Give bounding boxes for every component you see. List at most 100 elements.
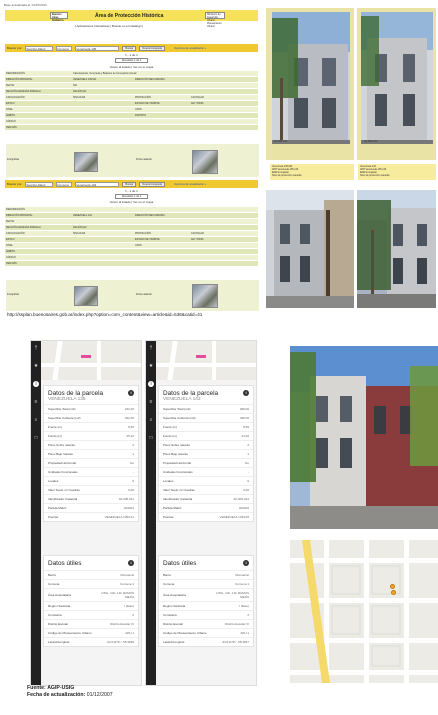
star-icon[interactable]: ★ — [33, 363, 39, 369]
useful-data-card: i Datos útiles Barrio Monserrat Comuna Comuna… — [158, 555, 254, 647]
field-label: Distrito — [135, 114, 147, 117]
parcel-row: Valor Suelo m² Cuadras 0,00 — [159, 485, 253, 494]
comuna-select-2[interactable]: Comuna — [56, 181, 73, 187]
facade-thumbnail-2[interactable] — [74, 286, 98, 306]
info-icon[interactable]: i — [33, 381, 39, 387]
parcel-row-value: 222,00 — [124, 407, 134, 411]
location-marker-icon[interactable] — [390, 584, 395, 589]
address-input-2[interactable]: Venezuela 143 — [75, 181, 120, 187]
nav-links[interactable]: | Aplicaciones Interactivas | Buscar en … — [75, 24, 143, 28]
field-label: Catalogación — [6, 232, 25, 235]
parcel-row-label: Propiedad Horizontal — [48, 461, 77, 465]
pager-2-links[interactable]: Volver al listado | Ver en el mapa — [5, 200, 258, 204]
parcel-row: Pisos Bajo rasante 1 — [159, 449, 253, 458]
parcel-row-label: Partida Matriz — [163, 506, 182, 510]
useful-row: Barrio Monserrat — [44, 570, 138, 579]
comuna-select[interactable]: Comuna — [56, 45, 73, 51]
useful-row-value: I (Este) — [239, 604, 249, 608]
section-select-2[interactable]: Sección-Manz. — [25, 181, 54, 187]
source-footer: Fuente: AGIP-USIG Fecha de actualización… — [27, 685, 113, 699]
location-map[interactable] — [290, 540, 438, 683]
parcel-row-label: Puertas — [48, 515, 59, 519]
useful-row-label: Área Hospitalaria — [48, 593, 72, 597]
section-select[interactable]: Sección-Manz. — [25, 45, 54, 51]
source-label: Fuente: — [27, 685, 46, 691]
address-input[interactable]: Venezuela 135 — [75, 45, 120, 51]
parcel-row: Frente (m) 8,66 — [44, 422, 138, 431]
search-button-2[interactable]: Buscar — [122, 181, 137, 187]
location-marker-icon-2[interactable] — [391, 590, 396, 595]
parcel-map[interactable] — [156, 341, 256, 380]
facade-thumbnail[interactable] — [74, 152, 98, 172]
useful-row-value: HTAL. GR. J.M. RAMOS MEJÍA — [216, 591, 249, 599]
field-label: Denominación — [6, 208, 25, 211]
display-options-link-2[interactable]: Opciones de visualización » — [174, 183, 206, 186]
parcel-row: Partida Matriz 202202 — [159, 503, 253, 512]
useful-row-label: Comisaría — [163, 613, 177, 617]
search-label: Buscar por: — [7, 46, 23, 50]
parcel-marker[interactable] — [81, 355, 91, 358]
parcel-row-value: 208,00 — [239, 407, 249, 411]
parcel-row-label: Valor Suelo m² Cuadras — [48, 488, 80, 492]
new-search-button[interactable]: Nueva búsqueda — [139, 45, 166, 51]
useful-row-value: 2 — [132, 613, 134, 617]
parcel-row-label: Propiedad Horizontal — [163, 461, 192, 465]
info-icon[interactable]: i — [128, 390, 134, 396]
parcel-row-value: 25,32 — [126, 434, 134, 438]
parcel-map[interactable] — [41, 341, 141, 380]
parcel-row-value: 202202 — [238, 506, 249, 510]
useful-row: Código de Planeamiento Urbano APH 1 — [44, 628, 138, 637]
chat-icon[interactable]: □ — [33, 435, 39, 441]
useful-row: Latitud/Longitud -34.61178 / -58.3697 — [159, 637, 253, 646]
useful-row: Código de Planeamiento Urbano APH 1 — [159, 628, 253, 637]
layers-icon[interactable]: ≡ — [148, 399, 154, 405]
street-photo-large-image — [290, 346, 438, 529]
useful-row: Comuna Comuna 1 — [44, 579, 138, 588]
cadastral-thumbnail[interactable] — [192, 150, 218, 174]
info-icon[interactable]: i — [243, 560, 249, 566]
phone-screen-1: † ★ i ≡ ⌕ □ i Datos de la parcela VENEZUELA 135 S… — [30, 340, 142, 686]
layers-icon[interactable]: ≡ — [33, 399, 39, 405]
search-button[interactable]: Buscar — [122, 45, 137, 51]
useful-row-value: Distrito Escolar IV — [225, 622, 249, 626]
field-label: Ámbito — [6, 250, 16, 253]
pager-1-box: Resultado 1 de 1 — [5, 58, 258, 63]
parcel-row-label: Locales — [163, 479, 174, 483]
field-label: Dirección secundaria — [135, 78, 165, 81]
cadastral-thumbnail-2[interactable] — [192, 284, 218, 308]
parcel-row-value: VENEZUELA 143/145 — [219, 515, 249, 519]
photo-frame-1 — [266, 8, 354, 160]
useful-row-value: Monserrat — [235, 573, 249, 577]
info-icon[interactable]: i — [243, 390, 249, 396]
display-options-link[interactable]: Opciones de visualización » — [174, 47, 206, 50]
table-row: Ver más — [5, 125, 258, 131]
pager-1-links[interactable]: Volver al listado | Ver en el mapa — [5, 65, 258, 69]
parcel-row-value: 0,00 — [243, 488, 249, 492]
parcel-row-value: 202201 — [123, 506, 134, 510]
info-icon[interactable]: i — [128, 560, 134, 566]
result-box-2[interactable]: Resultado 1 de 1 — [114, 194, 149, 199]
parcel-row-label: Pisos Bajo rasante — [163, 452, 189, 456]
parcel-marker[interactable] — [196, 355, 206, 358]
chat-icon[interactable]: □ — [148, 435, 154, 441]
star-icon[interactable]: ★ — [148, 363, 154, 369]
field-value: 002-005-012 — [73, 226, 87, 229]
parcel-row-value: 0,00 — [128, 488, 134, 492]
pager-2-box: Resultado 1 de 1 — [5, 194, 258, 199]
person-icon[interactable]: † — [33, 345, 39, 351]
useful-row: Distrito Escolar Distrito Escolar IV — [44, 619, 138, 628]
source-url[interactable]: http://ssplan.buenosaires.gob.ar/index.p… — [7, 312, 202, 317]
info-icon[interactable]: i — [148, 381, 154, 387]
search-icon[interactable]: ⌕ — [148, 417, 154, 423]
person-icon[interactable]: † — [148, 345, 154, 351]
field-value: CAUTELAR — [191, 96, 204, 99]
useful-row-label: Distrito Escolar — [163, 622, 184, 626]
field-value: LEY 704/96 — [191, 238, 204, 241]
useful-row: Comisaría 2 — [159, 610, 253, 619]
result-box[interactable]: Resultado 1 de 1 — [114, 58, 149, 63]
search-icon[interactable]: ⌕ — [33, 417, 39, 423]
new-search-button-2[interactable]: Nueva búsqueda — [139, 181, 166, 187]
city-logo[interactable]: Buenos Aires Gobierno — [50, 12, 68, 22]
parcel-row-label: Pisos Bajo rasante — [48, 452, 74, 456]
useful-row-label: Comisaría — [48, 613, 62, 617]
